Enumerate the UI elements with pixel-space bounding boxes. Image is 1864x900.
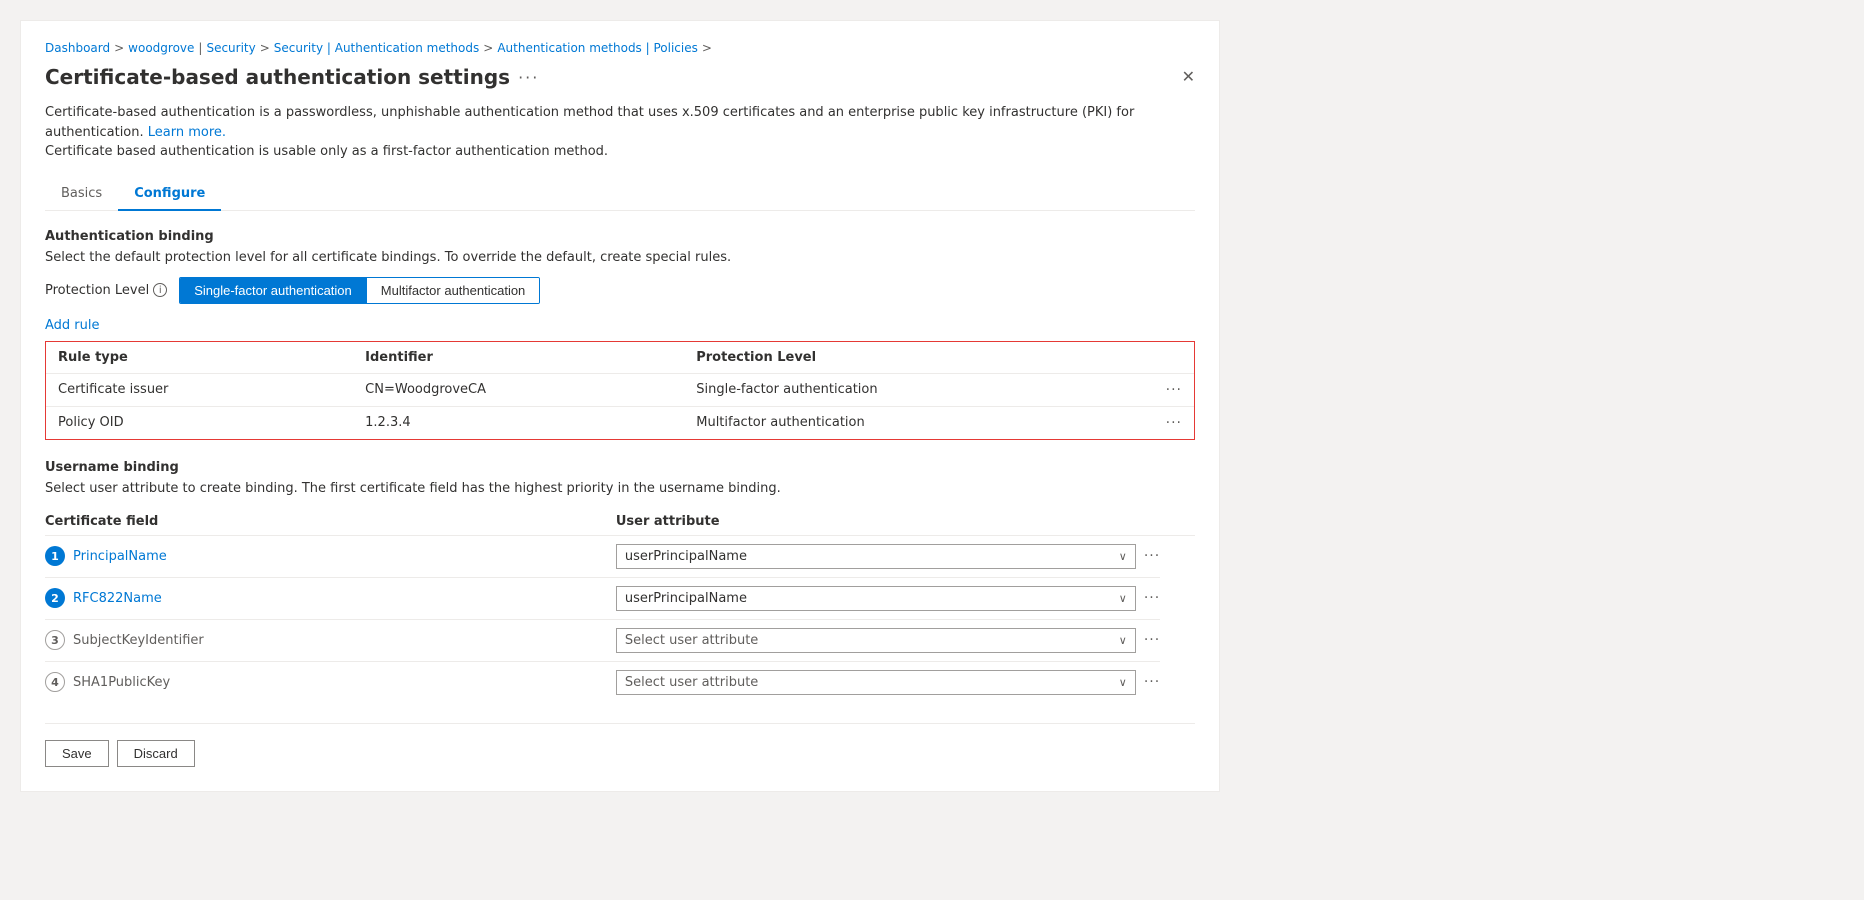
close-button[interactable]: ✕: [1182, 69, 1195, 85]
cert-field-cell: 4 SHA1PublicKey: [45, 661, 616, 703]
user-attr-dropdown[interactable]: userPrincipalName ∨: [616, 544, 1136, 569]
user-attr-dropdown[interactable]: userPrincipalName ∨: [616, 586, 1136, 611]
table-row: Certificate issuer CN=WoodgroveCA Single…: [46, 373, 1194, 406]
username-binding-title: Username binding: [45, 460, 1195, 475]
actions-header: [1160, 508, 1195, 536]
user-attr-cell-td: Select user attribute ∨ ···: [616, 661, 1160, 703]
col-rule-type: Rule type: [46, 342, 353, 374]
identifier-cell: CN=WoodgroveCA: [353, 373, 684, 406]
binding-table: Certificate field User attribute 1 Princ…: [45, 508, 1195, 703]
row-number-badge: 1: [45, 546, 65, 566]
footer-actions: Save Discard: [45, 723, 1195, 767]
panel-header: Certificate-based authentication setting…: [45, 65, 1195, 89]
protection-level-cell: Multifactor authentication: [684, 406, 1153, 439]
row-number-badge: 2: [45, 588, 65, 608]
rules-table-wrapper: Rule type Identifier Protection Level Ce…: [45, 341, 1195, 440]
rule-type-cell: Certificate issuer: [46, 373, 353, 406]
binding-row: 3 SubjectKeyIdentifier Select user attri…: [45, 619, 1195, 661]
protection-level-row: Protection Level i Single-factor authent…: [45, 277, 1195, 304]
user-attr-cell-td: userPrincipalName ∨ ···: [616, 577, 1160, 619]
row-ellipsis-icon[interactable]: ···: [1144, 548, 1160, 564]
chevron-down-icon: ∨: [1119, 676, 1127, 689]
breadcrumb-security[interactable]: Security: [206, 41, 255, 55]
chevron-down-icon: ∨: [1119, 634, 1127, 647]
cert-field-name[interactable]: PrincipalName: [73, 549, 167, 564]
learn-more-link[interactable]: Learn more.: [148, 125, 226, 140]
binding-row: 1 PrincipalName userPrincipalName ∨ ···: [45, 535, 1195, 577]
cert-field-header: Certificate field: [45, 508, 616, 536]
row-ellipsis-icon[interactable]: ···: [1144, 674, 1160, 690]
protection-level-label: Protection Level i: [45, 283, 167, 298]
save-button[interactable]: Save: [45, 740, 109, 767]
discard-button[interactable]: Discard: [117, 740, 195, 767]
more-options-icon[interactable]: ···: [518, 68, 539, 87]
tab-configure[interactable]: Configure: [118, 178, 221, 211]
add-rule-link[interactable]: Add rule: [45, 318, 100, 333]
cert-field-name: SubjectKeyIdentifier: [73, 633, 204, 648]
cert-field-cell: 2 RFC822Name: [45, 577, 616, 619]
breadcrumb-dashboard[interactable]: Dashboard: [45, 41, 110, 55]
protection-level-toggle: Single-factor authentication Multifactor…: [179, 277, 540, 304]
binding-row: 2 RFC822Name userPrincipalName ∨ ···: [45, 577, 1195, 619]
chevron-down-icon: ∨: [1119, 550, 1127, 563]
row-ellipsis-icon[interactable]: ···: [1166, 415, 1182, 431]
protection-level-info-icon[interactable]: i: [153, 283, 167, 297]
rules-table: Rule type Identifier Protection Level Ce…: [46, 342, 1194, 439]
username-binding-desc: Select user attribute to create binding.…: [45, 481, 1195, 496]
col-protection-level: Protection Level: [684, 342, 1153, 374]
panel-description: Certificate-based authentication is a pa…: [45, 103, 1195, 162]
user-attr-header: User attribute: [616, 508, 1160, 536]
tab-bar: Basics Configure: [45, 178, 1195, 211]
cert-field-name: SHA1PublicKey: [73, 675, 170, 690]
row-ellipsis-icon[interactable]: ···: [1144, 590, 1160, 606]
breadcrumb-woodgrove[interactable]: woodgrove: [128, 41, 194, 55]
binding-row: 4 SHA1PublicKey Select user attribute ∨ …: [45, 661, 1195, 703]
col-actions: [1154, 342, 1194, 374]
auth-binding-title: Authentication binding: [45, 229, 1195, 244]
user-attr-dropdown[interactable]: Select user attribute ∨: [616, 628, 1136, 653]
chevron-down-icon: ∨: [1119, 592, 1127, 605]
col-identifier: Identifier: [353, 342, 684, 374]
row-ellipsis-icon[interactable]: ···: [1166, 382, 1182, 398]
breadcrumb: Dashboard > woodgrove | Security > Secur…: [45, 41, 1195, 55]
user-attr-cell-td: userPrincipalName ∨ ···: [616, 535, 1160, 577]
auth-binding-desc: Select the default protection level for …: [45, 250, 1195, 265]
user-attr-dropdown[interactable]: Select user attribute ∨: [616, 670, 1136, 695]
row-number-badge: 3: [45, 630, 65, 650]
rule-type-cell: Policy OID: [46, 406, 353, 439]
cert-field-name[interactable]: RFC822Name: [73, 591, 162, 606]
multifactor-toggle[interactable]: Multifactor authentication: [366, 278, 540, 303]
user-attr-cell-td: Select user attribute ∨ ···: [616, 619, 1160, 661]
breadcrumb-auth-policies[interactable]: Authentication methods | Policies: [497, 41, 698, 55]
username-binding-section: Username binding Select user attribute t…: [45, 460, 1195, 703]
row-ellipsis-icon[interactable]: ···: [1144, 632, 1160, 648]
row-actions-cell: ···: [1154, 373, 1194, 406]
tab-basics[interactable]: Basics: [45, 178, 118, 211]
row-actions-cell: ···: [1154, 406, 1194, 439]
auth-binding-section: Authentication binding Select the defaul…: [45, 229, 1195, 440]
page-title: Certificate-based authentication setting…: [45, 65, 510, 89]
protection-level-cell: Single-factor authentication: [684, 373, 1153, 406]
identifier-cell: 1.2.3.4: [353, 406, 684, 439]
table-row: Policy OID 1.2.3.4 Multifactor authentic…: [46, 406, 1194, 439]
single-factor-toggle[interactable]: Single-factor authentication: [180, 278, 366, 303]
cert-field-cell: 3 SubjectKeyIdentifier: [45, 619, 616, 661]
cert-field-cell: 1 PrincipalName: [45, 535, 616, 577]
breadcrumb-security-auth[interactable]: Security | Authentication methods: [274, 41, 479, 55]
row-number-badge: 4: [45, 672, 65, 692]
